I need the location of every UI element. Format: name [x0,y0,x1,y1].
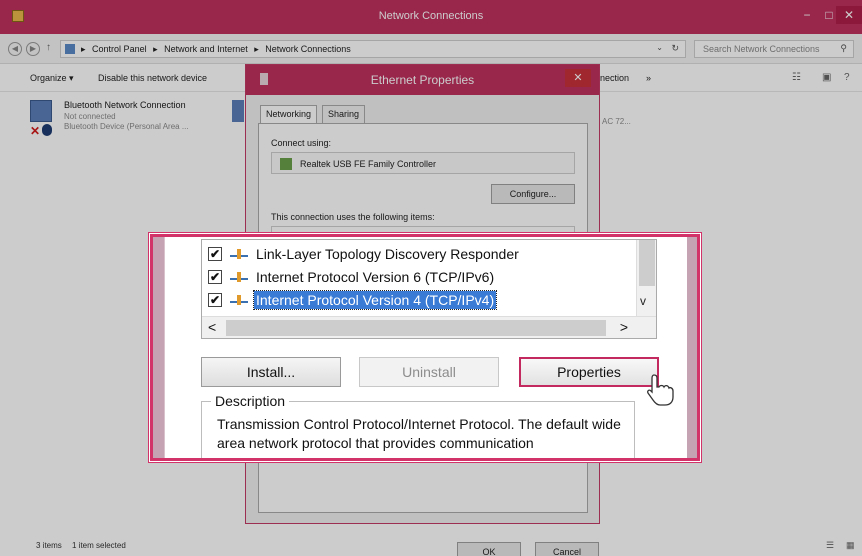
scroll-left-icon[interactable]: < [208,319,216,335]
item-label: Internet Protocol Version 4 (TCP/IPv4) [252,290,498,310]
description-title: Description [211,393,290,409]
network-protocol-icon [230,247,248,261]
install-button[interactable]: Install... [201,357,341,387]
uninstall-button: Uninstall [359,357,499,387]
properties-button[interactable]: Properties [519,357,659,387]
item-label: Link-Layer Topology Discovery Responder [256,246,519,262]
scroll-thumb[interactable] [639,240,655,286]
scroll-right-icon[interactable]: > [620,319,628,335]
scroll-thumb[interactable] [226,320,606,336]
callout-left-rail [153,237,165,458]
callout-content: ✔ Link-Layer Topology Discovery Responde… [167,237,687,458]
pointer-hand-icon [647,374,674,406]
network-protocol-icon [230,293,248,307]
item-checkbox[interactable]: ✔ [208,293,222,307]
item-label: Internet Protocol Version 6 (TCP/IPv6) [256,269,495,285]
item-checkbox[interactable]: ✔ [208,270,222,284]
vertical-scrollbar[interactable]: v [636,240,656,316]
description-text: Transmission Control Protocol/Internet P… [217,416,621,451]
network-protocol-icon [230,270,248,284]
scroll-down-icon[interactable]: v [640,294,646,308]
item-checkbox[interactable]: ✔ [208,247,222,261]
horizontal-scrollbar[interactable]: < > [202,316,656,338]
components-list[interactable]: ✔ Link-Layer Topology Discovery Responde… [201,239,657,339]
zoom-callout: ✔ Link-Layer Topology Discovery Responde… [150,234,700,461]
